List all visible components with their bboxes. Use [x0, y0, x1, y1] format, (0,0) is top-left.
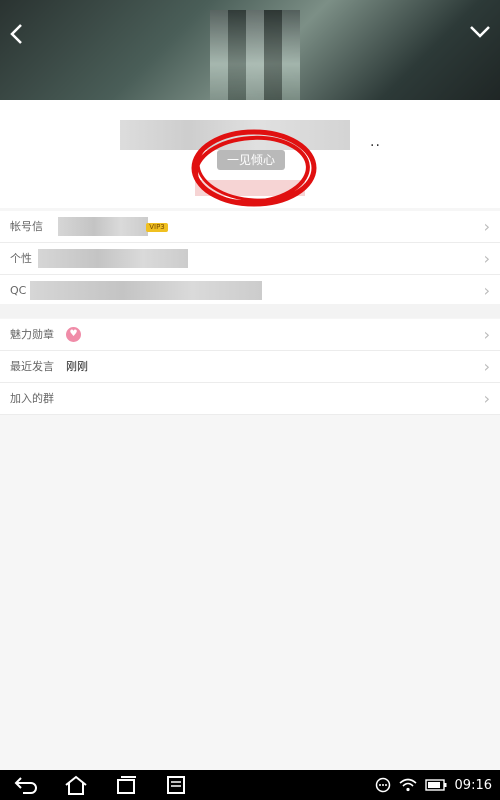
section-divider — [0, 304, 500, 318]
row-label: 最近发言 — [10, 360, 54, 373]
signature-row[interactable]: 个性 › — [0, 243, 500, 275]
chevron-down-icon — [470, 26, 490, 38]
profile-cover — [0, 0, 500, 100]
chevron-right-icon: › — [483, 281, 490, 300]
row-label: 帐号信 — [10, 220, 43, 233]
info-list: 帐号信 VIP3 › 个性 › QC › — [0, 211, 500, 307]
menu-nav-button[interactable] — [156, 770, 196, 800]
home-icon — [65, 775, 87, 795]
back-button[interactable] — [4, 22, 30, 52]
menu-icon — [167, 776, 185, 794]
status-area: 09:16 — [375, 770, 492, 800]
row-label: QC — [10, 284, 27, 297]
more-dots[interactable]: .. — [370, 134, 381, 150]
account-pixelated — [58, 217, 148, 236]
chevron-right-icon: › — [483, 389, 490, 408]
recent-apps-nav-button[interactable] — [106, 770, 146, 800]
clock: 09:16 — [454, 777, 492, 793]
chevron-right-icon: › — [483, 325, 490, 344]
red-annotation-circle — [191, 129, 317, 207]
back-icon — [14, 777, 37, 794]
joined-groups-row[interactable]: 加入的群 › — [0, 383, 500, 415]
home-nav-button[interactable] — [56, 770, 96, 800]
row-value: 刚刚 — [66, 360, 88, 373]
chevron-right-icon: › — [483, 357, 490, 376]
recent-apps-icon — [117, 776, 136, 794]
row-label: 加入的群 — [10, 392, 54, 405]
battery-icon — [424, 779, 447, 791]
row-label: 个性 — [10, 252, 32, 265]
system-navigation-bar: 09:16 — [0, 770, 500, 800]
chevron-right-icon: › — [483, 249, 490, 268]
chevron-right-icon: › — [483, 217, 490, 236]
social-list: 魅力勋章 ♥ › 最近发言 刚刚 › 加入的群 › — [0, 319, 500, 415]
more-circle-icon — [375, 777, 390, 793]
qq-pixelated — [30, 281, 262, 300]
qq-row[interactable]: QC › — [0, 275, 500, 307]
cover-avatar-pixelated — [210, 10, 300, 100]
charm-medal-row[interactable]: 魅力勋章 ♥ › — [0, 319, 500, 351]
account-info-row[interactable]: 帐号信 VIP3 › — [0, 211, 500, 243]
recent-posts-row[interactable]: 最近发言 刚刚 › — [0, 351, 500, 383]
wifi-icon — [399, 778, 417, 792]
vip-badge: VIP3 — [146, 223, 168, 232]
menu-dropdown-button[interactable] — [468, 22, 494, 48]
back-nav-button[interactable] — [6, 770, 46, 800]
chevron-left-icon — [10, 24, 22, 44]
heart-badge-icon: ♥ — [66, 327, 81, 342]
signature-pixelated — [38, 249, 188, 268]
row-label: 魅力勋章 — [10, 328, 54, 341]
